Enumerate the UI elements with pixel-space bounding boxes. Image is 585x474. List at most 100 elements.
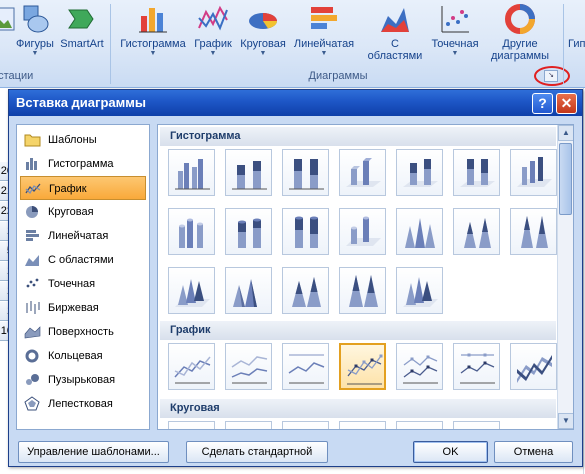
chart-type-area[interactable]: С областями bbox=[20, 248, 146, 272]
scroll-up-icon[interactable]: ▲ bbox=[558, 125, 573, 141]
chart-type-bar[interactable]: Линейчатая bbox=[20, 224, 146, 248]
scatter-chart-icon bbox=[26, 278, 39, 288]
close-button[interactable]: ✕ bbox=[556, 93, 577, 114]
subtype-100-stacked-cone[interactable] bbox=[510, 208, 557, 255]
subtype-stacked-line-with-markers[interactable] bbox=[396, 343, 443, 390]
subtype-pie[interactable] bbox=[168, 421, 215, 429]
subtype-3d-cylinder[interactable] bbox=[339, 208, 386, 255]
bubble-chart-icon bbox=[26, 374, 39, 385]
hyperlink-icon bbox=[568, 2, 585, 36]
subtype-100-stacked-pyramid[interactable] bbox=[339, 267, 386, 314]
section-header-line: График bbox=[160, 321, 556, 340]
chart-type-surface[interactable]: Поверхность bbox=[20, 320, 146, 344]
subtype-clustered-cone[interactable] bbox=[396, 208, 443, 255]
ribbon: Фигуры ▼ SmartArt остации Гистограмма ▼ … bbox=[0, 0, 585, 88]
radar-chart-icon bbox=[24, 396, 40, 411]
chart-type-templates[interactable]: Шаблоны bbox=[20, 128, 146, 152]
chart-type-doughnut[interactable]: Кольцевая bbox=[20, 344, 146, 368]
subtype-exploded-pie[interactable] bbox=[339, 421, 386, 429]
section-header-pie: Круговая bbox=[160, 399, 556, 418]
chart-type-scatter[interactable]: Точечная bbox=[20, 272, 146, 296]
subtype-3d-stacked-column[interactable] bbox=[396, 149, 443, 196]
stock-chart-icon bbox=[26, 301, 40, 314]
subtype-3d-cone[interactable] bbox=[168, 267, 215, 314]
subtype-pie-of-pie[interactable] bbox=[282, 421, 329, 429]
section-header-column: Гистограмма bbox=[160, 127, 556, 146]
scroll-down-icon[interactable]: ▼ bbox=[558, 413, 573, 429]
subtype-100-stacked-line-with-markers[interactable] bbox=[453, 343, 500, 390]
ribbon-shapes-button[interactable]: Фигуры ▼ bbox=[12, 2, 58, 68]
scroll-thumb[interactable] bbox=[559, 143, 572, 215]
chart-type-bubble[interactable]: Пузырьковая bbox=[20, 368, 146, 392]
subtype-100-stacked-column[interactable] bbox=[282, 149, 329, 196]
dropdown-arrow-icon: ▼ bbox=[149, 50, 157, 57]
subtype-3d-column[interactable] bbox=[510, 149, 557, 196]
subtype-stacked-cylinder[interactable] bbox=[225, 208, 272, 255]
chart-type-column[interactable]: Гистограмма bbox=[20, 152, 146, 176]
ribbon-area-chart-button[interactable]: С областями bbox=[364, 2, 426, 68]
subtype-3d-pyramid[interactable] bbox=[396, 267, 443, 314]
ribbon-smartart-button[interactable]: SmartArt bbox=[58, 2, 106, 68]
ribbon-bar-chart-button[interactable]: Линейчатая ▼ bbox=[290, 2, 358, 68]
doughnut-chart-icon bbox=[25, 349, 39, 363]
dropdown-arrow-icon: ▼ bbox=[209, 50, 217, 57]
line-chart-icon bbox=[25, 183, 41, 195]
set-default-button[interactable]: Сделать стандартной bbox=[186, 441, 328, 463]
ribbon-pie-chart-button[interactable]: Круговая ▼ bbox=[236, 2, 290, 68]
group-separator bbox=[110, 4, 111, 84]
help-button[interactable]: ? bbox=[532, 93, 553, 114]
area-chart-icon bbox=[381, 8, 409, 32]
subtype-100-stacked-line[interactable] bbox=[282, 343, 329, 390]
dropdown-arrow-icon: ▼ bbox=[320, 50, 328, 57]
subtype-3d-clustered-column[interactable] bbox=[339, 149, 386, 196]
ribbon-hyperlink-button[interactable]: Гип bbox=[568, 2, 585, 68]
dialog-title-bar: Вставка диаграммы bbox=[9, 90, 582, 116]
subtype-line-with-markers[interactable] bbox=[339, 343, 386, 390]
column-chart-icon bbox=[139, 8, 167, 33]
chart-type-radar[interactable]: Лепестковая bbox=[20, 392, 146, 416]
ribbon-other-charts-button[interactable]: Другие диаграммы bbox=[484, 2, 556, 68]
subtype-3d-pie[interactable] bbox=[225, 421, 272, 429]
illustrations-group-label: остации bbox=[0, 70, 34, 82]
chart-subtype-gallery: Гистограмма График Круговая ▲ ▼ bbox=[157, 124, 574, 430]
subtype-stacked-cone[interactable] bbox=[453, 208, 500, 255]
ribbon-line-chart-button[interactable]: График ▼ bbox=[190, 2, 236, 68]
subtype-100-stacked-cylinder[interactable] bbox=[282, 208, 329, 255]
column-chart-icon bbox=[26, 158, 37, 170]
subtype-stacked-line[interactable] bbox=[225, 343, 272, 390]
subtype-stacked-pyramid[interactable] bbox=[282, 267, 329, 314]
subtype-clustered-column[interactable] bbox=[168, 149, 215, 196]
pie-chart-icon bbox=[26, 206, 38, 218]
ribbon-scatter-chart-button[interactable]: Точечная ▼ bbox=[426, 2, 484, 68]
cancel-button[interactable]: Отмена bbox=[494, 441, 573, 463]
subtype-3d-line[interactable] bbox=[510, 343, 557, 390]
subtype-clustered-pyramid[interactable] bbox=[225, 267, 272, 314]
subtype-bar-of-pie[interactable] bbox=[453, 421, 500, 429]
gallery-scrollbar[interactable]: ▲ ▼ bbox=[557, 125, 573, 429]
chart-type-pie[interactable]: Круговая bbox=[20, 200, 146, 224]
charts-group-label: Диаграммы bbox=[308, 70, 368, 82]
dropdown-arrow-icon: ▼ bbox=[31, 50, 39, 57]
smartart-icon bbox=[68, 9, 94, 29]
pie-chart-icon bbox=[249, 13, 278, 29]
subtype-3d-exploded-pie[interactable] bbox=[396, 421, 443, 429]
grid-line bbox=[583, 88, 584, 474]
subtype-stacked-column[interactable] bbox=[225, 149, 272, 196]
subtype-clustered-cylinder[interactable] bbox=[168, 208, 215, 255]
ok-button[interactable]: OK bbox=[413, 441, 488, 463]
group-separator bbox=[563, 4, 564, 84]
manage-templates-button[interactable]: Управление шаблонами... bbox=[18, 441, 169, 463]
subtype-3d-100-stacked-column[interactable] bbox=[453, 149, 500, 196]
subtype-line[interactable] bbox=[168, 343, 215, 390]
ribbon-column-chart-button[interactable]: Гистограмма ▼ bbox=[116, 2, 190, 68]
insert-chart-dialog: Вставка диаграммы ? ✕ Шаблоны Гистограмм… bbox=[8, 89, 583, 467]
surface-chart-icon bbox=[24, 326, 41, 339]
chart-type-stock[interactable]: Биржевая bbox=[20, 296, 146, 320]
area-chart-icon bbox=[25, 255, 39, 266]
ribbon-picture-button[interactable] bbox=[0, 2, 15, 68]
dropdown-arrow-icon: ▼ bbox=[259, 50, 267, 57]
dropdown-arrow-icon: ▼ bbox=[451, 50, 459, 57]
folder-icon bbox=[24, 134, 41, 147]
chart-type-line[interactable]: График bbox=[20, 176, 146, 200]
bar-chart-icon bbox=[311, 7, 337, 29]
